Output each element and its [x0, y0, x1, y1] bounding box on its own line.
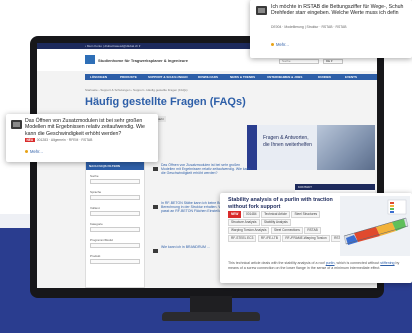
filter-language-field[interactable] — [90, 195, 140, 200]
filter-label-language: Sprache — [90, 190, 102, 194]
article-chips-2: Structure Analysis Stability Analysis — [228, 219, 292, 226]
nav-item-solutions[interactable]: LÖSUNGEN — [90, 74, 107, 80]
nav-item-support[interactable]: SUPPORT & SCHULUNGEN — [148, 74, 188, 80]
article-chips-1: NEW 001484 Technical Article Steel Structur… — [228, 211, 322, 218]
faq-question[interactable]: Das Öffnen von Zusatzmodulen ist bei seh… — [25, 118, 155, 137]
faq-card-top[interactable]: Ich möchte in RSTAB die Bettungsziffer f… — [250, 0, 412, 58]
page-title: Häufig gestellte Fragen (FAQs) — [85, 96, 246, 108]
article-chip[interactable]: RF-STEEL EC3 — [228, 235, 257, 242]
new-badge: NEW — [228, 211, 242, 218]
video-icon — [256, 6, 267, 15]
more-link[interactable]: Mehr... — [271, 42, 289, 47]
more-dot-icon — [25, 150, 28, 153]
search-input[interactable]: Suche — [279, 59, 319, 64]
breadcrumb[interactable]: Startseite › Support & Schulungen › Supp… — [85, 88, 188, 92]
article-chip[interactable]: Structure Analysis — [228, 219, 260, 226]
article-chip[interactable]: 001484 — [242, 211, 260, 218]
contact-header: KONTAKT — [295, 184, 375, 190]
filter-label-fulltext: Volltext — [90, 206, 100, 210]
article-chip[interactable]: Steel Structures — [291, 211, 321, 218]
purlin-model-graphic — [340, 196, 410, 256]
filter-panel: NACH FAQS FILTERN Suche Sprache Volltext… — [85, 161, 145, 288]
article-chip[interactable]: Steel Connections — [270, 227, 303, 234]
faq-tags: DE004 · Modellierung | Struktur · RSTAB … — [271, 25, 347, 29]
promo-photo — [317, 125, 375, 170]
nav-item-news[interactable]: NEWS & TRENDS — [230, 74, 255, 80]
article-description: This technical article deals with the st… — [228, 261, 400, 270]
nav-item-downloads[interactable]: DOWNLOADS — [198, 74, 218, 80]
main-nav: LÖSUNGEN PRODUKTE SUPPORT & SCHULUNGEN D… — [85, 74, 377, 80]
filter-fulltext-field[interactable] — [90, 211, 140, 216]
article-chip[interactable]: Warping Torsion Analysis — [228, 227, 270, 234]
nav-item-products[interactable]: PRODUKTE — [120, 74, 137, 80]
article-chip[interactable]: RSTAB — [304, 227, 321, 234]
nav-item-events[interactable]: EVENTS — [345, 74, 357, 80]
filter-search-field[interactable] — [90, 179, 140, 184]
promo-title: Fragen & Antworten, die Ihnen weiterhelf… — [263, 135, 312, 148]
article-chip[interactable]: Technical Article — [261, 211, 290, 218]
filter-label-search: Suche — [90, 174, 99, 178]
faq-question[interactable]: Ich möchte in RSTAB die Bettungsziffer f… — [271, 4, 410, 17]
faq-item-text[interactable]: Das Öffnen von Zusatzmodulen ist bei seh… — [161, 163, 253, 176]
site-name: Studienhome für Tragwerksplaner & Ingeni… — [98, 58, 189, 63]
article-title[interactable]: Stability analysis of a purlin with trac… — [228, 197, 340, 210]
more-link[interactable]: Mehr... — [25, 149, 43, 154]
filter-label-category: Kategorie — [90, 222, 103, 226]
filter-label-product: Produkt — [90, 254, 101, 258]
filter-label-program: Programm/Modul — [90, 238, 114, 242]
faq-item-icon — [153, 249, 158, 253]
faq-card-left[interactable]: Das Öffnen von Zusatzmodulen ist bei seh… — [6, 114, 158, 162]
filter-header: NACH FAQS FILTERN — [86, 162, 144, 170]
more-dot-icon — [271, 43, 274, 46]
filter-category-field[interactable] — [90, 227, 140, 232]
video-icon — [11, 120, 22, 129]
filter-program-field[interactable] — [90, 243, 140, 248]
monitor-stand-base — [162, 312, 260, 321]
article-chip[interactable]: RF-/FE-LTB — [257, 235, 281, 242]
new-badge: NEU — [25, 138, 35, 142]
article-chip[interactable]: Stability Analysis — [261, 219, 291, 226]
faq-item-icon — [153, 167, 158, 171]
article-chips-3: Warping Torsion Analysis Steel Connection… — [228, 227, 322, 234]
faq-tags: NEU 001283 · Allgemein · RFEM · RSTAB — [25, 138, 93, 142]
faq-promo-banner: Fragen & Antworten, die Ihnen weiterhelf… — [247, 125, 375, 170]
nav-item-customers[interactable]: KUNDEN — [318, 74, 331, 80]
purlin-model-image — [340, 196, 410, 256]
logo-icon[interactable] — [85, 55, 95, 64]
nav-item-company[interactable]: UNTERNEHMEN & JOBS — [267, 74, 302, 80]
article-chip[interactable]: RF-/FRAME-Warping Torsion — [282, 235, 330, 242]
article-chips-4: RF-STEEL EC3 RF-/FE-LTB RF-/FRAME-Warping … — [228, 235, 349, 242]
language-select[interactable]: DE ▾ — [323, 59, 343, 64]
faq-item-icon — [153, 205, 158, 209]
stiffening-link[interactable]: stiffening — [380, 261, 394, 265]
article-card[interactable]: Stability analysis of a purlin with trac… — [220, 193, 412, 283]
filter-product-field[interactable] — [90, 259, 140, 264]
